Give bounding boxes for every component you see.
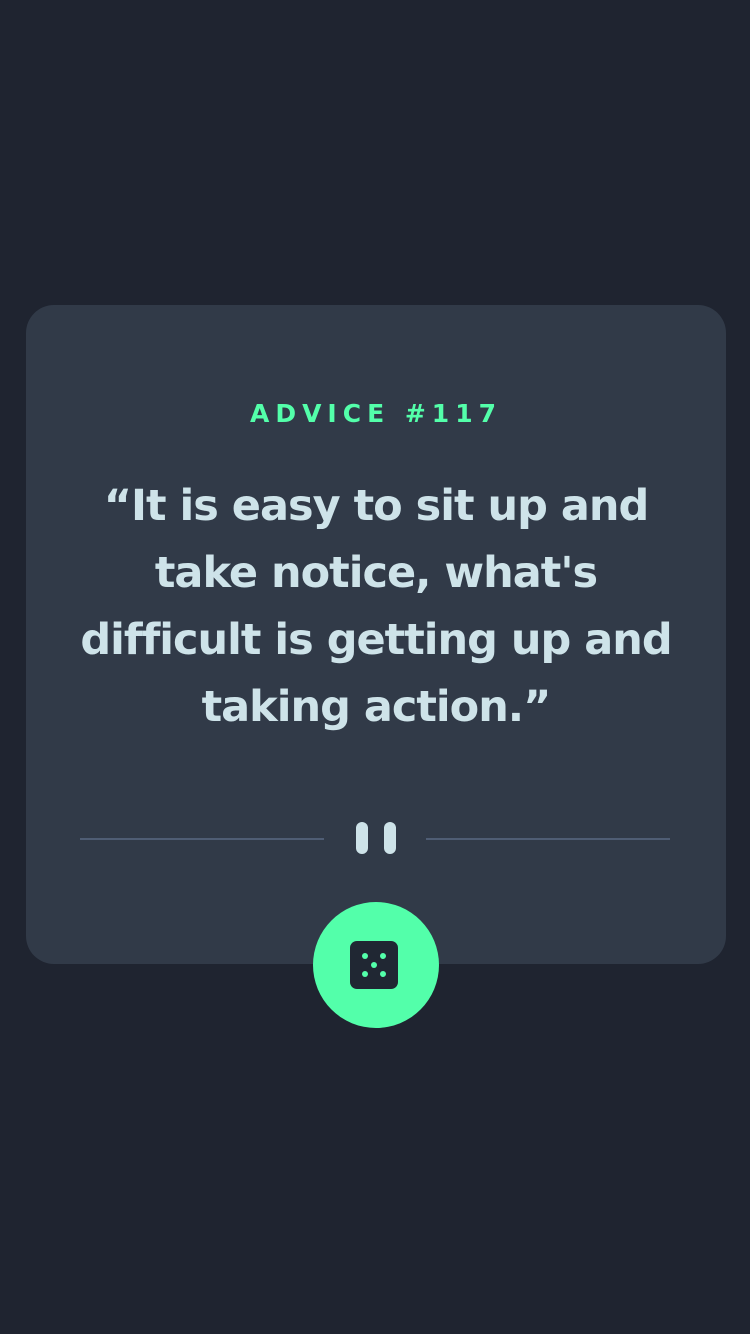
- new-advice-button[interactable]: [313, 902, 439, 1028]
- divider-line-right: [426, 838, 670, 840]
- advice-card: ADVICE #117 “It is easy to sit up and ta…: [26, 305, 726, 964]
- pause-icon: [355, 822, 397, 856]
- divider-line-left: [80, 838, 324, 840]
- dice-icon: [350, 941, 398, 989]
- divider: [80, 822, 670, 856]
- advice-number: ADVICE #117: [249, 399, 502, 428]
- advice-quote: “It is easy to sit up and take notice, w…: [80, 481, 672, 732]
